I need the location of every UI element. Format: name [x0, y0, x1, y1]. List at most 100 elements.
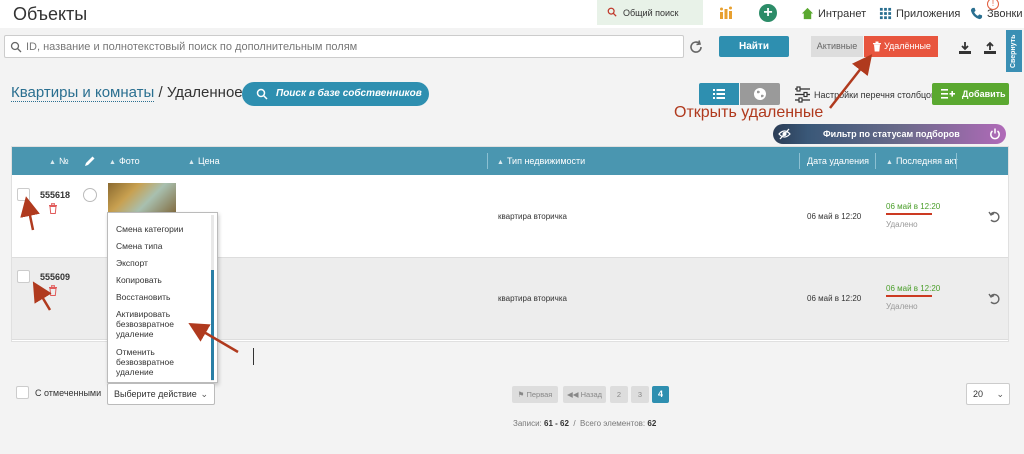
menu-item-change-type[interactable]: Смена типа — [116, 241, 206, 251]
status-label: Удалено — [886, 220, 918, 229]
grid-icon — [879, 7, 892, 20]
stats-icon[interactable] — [719, 6, 733, 20]
deleted-date: 06 май в 12:20 — [807, 212, 862, 221]
underline-mark — [886, 295, 932, 297]
page-back-button[interactable]: ◀◀ Назад — [563, 386, 606, 403]
home-icon — [801, 7, 814, 20]
page-title: Объекты — [13, 4, 88, 24]
annotation-text: Открыть удаленные — [674, 104, 824, 121]
property-type: квартира вторичка — [498, 294, 567, 303]
col-type[interactable]: ▲ Тип недвижимости — [497, 156, 585, 166]
page-4-button[interactable]: 4 — [652, 386, 669, 403]
select-all-checkbox[interactable] — [16, 386, 29, 399]
with-selected-label: С отмеченными — [35, 388, 102, 398]
global-search-label: Общий поиск — [623, 8, 679, 18]
power-icon — [990, 128, 1000, 140]
global-search-button[interactable]: Общий поиск — [597, 0, 703, 25]
status-filter-label: Фильтр по статусам подборов — [823, 129, 960, 139]
restore-icon[interactable] — [988, 292, 1001, 305]
tab-deleted-label: Удалённые — [884, 41, 931, 51]
add-circle-button[interactable]: + — [759, 4, 777, 22]
last-activity: 06 май в 12:20 — [886, 202, 941, 211]
collapse-tab[interactable]: Свернуть — [1006, 30, 1022, 72]
tab-active[interactable]: Активные — [811, 36, 863, 57]
row-id[interactable]: 555618 — [40, 190, 70, 200]
trash-icon[interactable] — [48, 285, 58, 296]
per-page-value: 20 — [973, 389, 984, 399]
menu-scrollbar-thumb[interactable] — [211, 270, 214, 380]
search-icon — [607, 7, 617, 17]
owner-search-button[interactable]: Поиск в базе собственников — [242, 82, 429, 106]
pencil-icon — [85, 156, 95, 166]
menu-item-cancel-permanent-delete[interactable]: Отменить безвозвратное удаление — [116, 347, 191, 377]
last-activity: 06 май в 12:20 — [886, 284, 941, 293]
top-bar: Объекты Общий поиск + Интранет Приложени… — [0, 0, 1024, 28]
search-icon — [256, 88, 268, 100]
row-id[interactable]: 555609 — [40, 272, 70, 282]
add-button-label: Добавить — [962, 89, 1006, 99]
deleted-date: 06 май в 12:20 — [807, 294, 862, 303]
page-first-button[interactable]: ⚑ Первая — [512, 386, 558, 403]
column-settings[interactable]: Настройки перечня столбцов — [794, 86, 936, 103]
action-select[interactable]: Выберите действие ⌄ — [107, 383, 215, 405]
search-row: Найти Активные Удалённые — [0, 28, 1024, 66]
globe-icon — [754, 88, 766, 100]
menu-item-restore[interactable]: Восстановить — [116, 292, 206, 302]
col-num[interactable]: ▲ № — [49, 156, 69, 166]
status-filter-bar[interactable]: Фильтр по статусам подборов — [773, 124, 1006, 144]
search-input[interactable] — [26, 38, 676, 55]
page-2-button[interactable]: 2 — [610, 386, 628, 403]
col-divider — [875, 153, 876, 169]
add-list-icon — [941, 89, 955, 99]
breadcrumb-link[interactable]: Квартиры и комнаты — [11, 84, 155, 102]
rewind-icon: ◀◀ — [566, 390, 581, 399]
row-checkbox[interactable] — [17, 188, 30, 201]
breadcrumb: Квартиры и комнаты / Удаленное — [11, 84, 243, 102]
col-divider — [956, 153, 957, 169]
col-divider — [799, 153, 800, 169]
trash-icon — [873, 41, 881, 52]
page-3-button[interactable]: 3 — [631, 386, 649, 403]
text-cursor — [253, 348, 254, 365]
row-radio[interactable] — [83, 188, 97, 202]
refresh-icon[interactable] — [688, 39, 704, 55]
status-label: Удалено — [886, 302, 918, 311]
add-button[interactable]: Добавить — [932, 83, 1009, 105]
breadcrumb-current: / Удаленное — [154, 84, 243, 101]
action-menu: Смена категории Смена типа Экспорт Копир… — [107, 212, 218, 383]
nav-apps[interactable]: Приложения — [879, 7, 960, 20]
chevron-down-icon: ⌄ — [996, 389, 1004, 399]
nav-apps-label: Приложения — [896, 7, 961, 20]
chevron-down-icon: ⌄ — [200, 389, 208, 399]
map-view-button[interactable] — [740, 83, 780, 105]
list-icon — [713, 89, 725, 99]
menu-item-change-category[interactable]: Смена категории — [116, 224, 206, 234]
nav-intranet[interactable]: Интранет — [801, 7, 866, 20]
menu-item-export[interactable]: Экспорт — [116, 258, 206, 268]
col-deleted-date[interactable]: Дата удаления — [807, 156, 869, 166]
nav-intranet-label: Интранет — [818, 7, 867, 20]
sliders-icon — [795, 86, 810, 103]
export-icon[interactable] — [983, 41, 997, 55]
search-icon — [10, 41, 22, 53]
menu-item-copy[interactable]: Копировать — [116, 275, 206, 285]
restore-icon[interactable] — [988, 210, 1001, 223]
search-field[interactable] — [4, 35, 684, 58]
import-icon[interactable] — [958, 41, 972, 55]
property-type: квартира вторичка — [498, 212, 567, 221]
pagination-info: Записи: 61 - 62 / Всего элементов: 62 — [513, 419, 657, 428]
per-page-select[interactable]: 20 ⌄ — [966, 383, 1010, 405]
col-price[interactable]: ▲ Цена — [188, 156, 220, 166]
list-view-button[interactable] — [699, 83, 739, 105]
menu-item-activate-permanent-delete[interactable]: Активировать безвозвратное удаление — [116, 309, 191, 339]
col-last-act[interactable]: ▲ Последняя акт — [886, 156, 958, 166]
owner-search-label: Поиск в базе собственников — [276, 88, 422, 99]
eye-off-icon — [778, 128, 791, 140]
row-checkbox[interactable] — [17, 270, 30, 283]
tab-deleted[interactable]: Удалённые — [864, 36, 938, 57]
trash-icon[interactable] — [48, 203, 58, 214]
column-settings-label: Настройки перечня столбцов — [814, 89, 936, 100]
find-button[interactable]: Найти — [719, 36, 789, 57]
phone-icon — [970, 7, 983, 20]
col-photo[interactable]: ▲ Фото — [109, 156, 140, 166]
